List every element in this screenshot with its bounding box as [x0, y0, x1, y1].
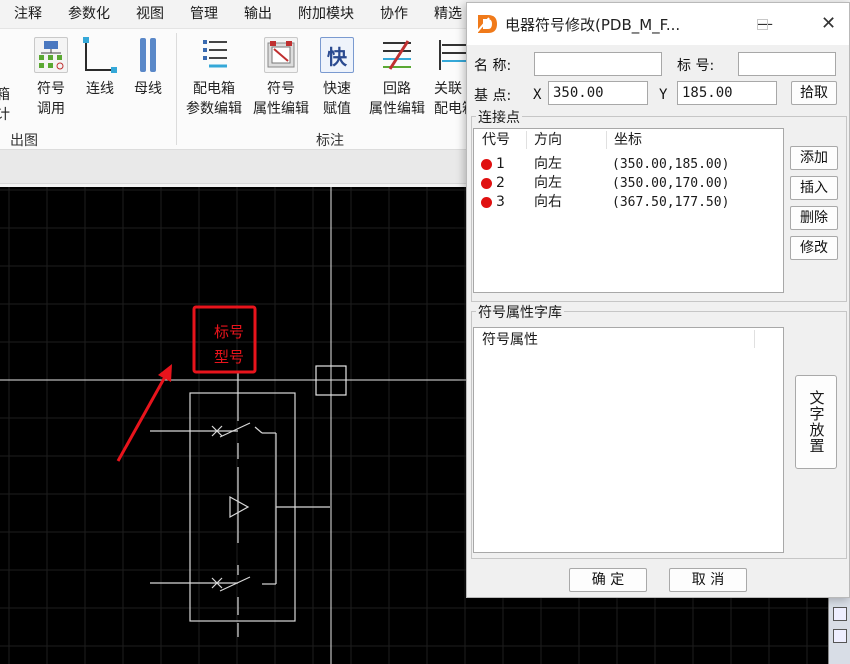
distribution-box-line1: 配电箱 [193, 81, 235, 97]
modify-button[interactable]: 修改 [790, 236, 838, 260]
row-coord: (350.00,170.00) [612, 176, 730, 191]
symbol-property-edit-label: 符号 属性编辑 [253, 79, 309, 119]
distribution-box-icon [197, 37, 231, 73]
symbol-tag-label: 标号 [214, 323, 244, 341]
pick-button[interactable]: 拾取 [791, 81, 837, 105]
side-panel-edge [828, 597, 850, 664]
ribbon-group-separator [176, 33, 177, 145]
symbol-call-button[interactable]: 符号 调用 [34, 37, 68, 119]
connection-point-dot-icon [481, 197, 492, 208]
ribbon-cut-label-2: 计 [0, 107, 10, 123]
column-separator [754, 330, 755, 348]
row-code: 1 [496, 156, 505, 172]
close-icon[interactable]: ✕ [821, 15, 836, 33]
symbol-call-icon [34, 37, 68, 73]
circuit-property-line2: 属性编辑 [369, 101, 425, 117]
connect-line-icon [83, 37, 117, 73]
symbol-model-label: 型号 [214, 348, 244, 366]
panel-icon[interactable] [833, 607, 847, 621]
connection-point-dot-icon [481, 159, 492, 170]
dialog-title: 电器符号修改(PDB_M_F... [505, 15, 681, 34]
quick-assign-button[interactable]: 快 快速 赋值 [320, 37, 354, 119]
connect-line-button[interactable]: 连线 [83, 37, 117, 99]
row-direction: 向左 [534, 156, 562, 172]
add-button[interactable]: 添加 [790, 146, 838, 170]
quick-assign-line1: 快速 [323, 81, 351, 97]
name-label: 名 称: [474, 58, 512, 74]
circuit-property-edit-button[interactable]: 回路 属性编辑 [366, 37, 428, 119]
row-coord: (350.00,185.00) [612, 157, 730, 172]
switch-symbol [150, 373, 330, 637]
busbar-button[interactable]: 母线 [131, 37, 165, 99]
quick-assign-label: 快速 赋值 [323, 79, 351, 119]
x-coordinate-input[interactable]: 350.00 [548, 81, 648, 105]
column-header-attribute[interactable]: 符号属性 [474, 329, 538, 351]
symbol-call-label: 符号 调用 [37, 79, 65, 119]
menu-parametric[interactable]: 参数化 [55, 0, 123, 28]
connection-points-title: 连接点 [476, 107, 522, 127]
connect-line-label: 连线 [86, 81, 114, 97]
distribution-box-edit-button[interactable]: 配电箱 参数编辑 [182, 37, 246, 119]
associate-box-icon [434, 37, 468, 73]
y-coordinate-input[interactable]: 185.00 [677, 81, 777, 105]
app-logo-icon [476, 15, 497, 33]
table-row[interactable]: 2 向左 (350.00,170.00) [474, 174, 783, 193]
symbol-property-edit-button[interactable]: 符号 属性编辑 [250, 37, 312, 119]
circuit-property-edit-label: 回路 属性编辑 [369, 79, 425, 119]
menu-collaborate[interactable]: 协作 [367, 0, 421, 28]
symbol-call-line2: 调用 [37, 101, 65, 117]
ribbon-group-annotate: 标注 [316, 133, 344, 149]
dialog-titlebar[interactable]: 电器符号修改(PDB_M_F... — □ ✕ [467, 3, 849, 45]
row-coord: (367.50,177.50) [612, 195, 730, 210]
symbol-call-line1: 符号 [37, 81, 65, 97]
circuit-property-icon [380, 37, 414, 73]
ribbon-group-output: 出图 [10, 133, 38, 149]
panel-icon[interactable] [833, 629, 847, 643]
cancel-button[interactable]: 取 消 [669, 568, 747, 592]
ribbon-cut-label-1: 箱 [0, 87, 10, 103]
name-input[interactable] [534, 52, 662, 76]
menu-addons[interactable]: 附加模块 [285, 0, 367, 28]
row-code: 2 [496, 175, 505, 191]
table-row[interactable]: 3 向右 (367.50,177.50) [474, 193, 783, 212]
quick-assign-icon: 快 [320, 37, 354, 73]
distribution-box-edit-label: 配电箱 参数编辑 [186, 79, 242, 119]
insert-button[interactable]: 插入 [790, 176, 838, 200]
symbol-modify-dialog: 电器符号修改(PDB_M_F... — □ ✕ 名 称: 标 号: 基 点: X… [466, 2, 850, 598]
row-code: 3 [496, 194, 505, 210]
quick-assign-glyph: 快 [327, 44, 347, 69]
base-point-label: 基 点: [474, 88, 512, 104]
column-header-direction[interactable]: 方向 [526, 129, 562, 151]
text-place-button[interactable]: 文字放置 [795, 375, 837, 469]
y-label: Y [659, 87, 668, 103]
menu-view[interactable]: 视图 [123, 0, 177, 28]
busbar-label: 母线 [134, 81, 162, 97]
row-direction: 向左 [534, 175, 562, 191]
quick-assign-line2: 赋值 [323, 101, 351, 117]
column-header-coord[interactable]: 坐标 [606, 129, 642, 151]
x-label: X [533, 87, 542, 103]
symbol-library-title: 符号属性字库 [476, 302, 564, 322]
table-row[interactable]: 1 向左 (350.00,185.00) [474, 155, 783, 174]
busbar-icon [131, 37, 165, 73]
distribution-box-line2: 参数编辑 [186, 101, 242, 117]
ok-button[interactable]: 确 定 [569, 568, 647, 592]
symbol-property-line2: 属性编辑 [253, 101, 309, 117]
column-header-code[interactable]: 代号 [474, 129, 510, 151]
circuit-property-line1: 回路 [383, 81, 411, 97]
symbol-property-icon [264, 37, 298, 73]
tag-input[interactable] [738, 52, 836, 76]
symbol-attribute-list[interactable]: 符号属性 [473, 327, 784, 553]
tag-label: 标 号: [677, 58, 715, 74]
menu-output[interactable]: 输出 [231, 0, 285, 28]
row-direction: 向右 [534, 194, 562, 210]
connection-point-dot-icon [481, 178, 492, 189]
menu-manage[interactable]: 管理 [177, 0, 231, 28]
text-place-label: 文字放置 [807, 390, 826, 454]
menu-annotate[interactable]: 注释 [0, 0, 55, 28]
delete-button[interactable]: 删除 [790, 206, 838, 230]
connection-points-list[interactable]: 代号 方向 坐标 1 向左 (350.00,185.00) 2 向左 (350.… [473, 128, 784, 293]
maximize-icon[interactable] [757, 19, 768, 30]
symbol-property-line1: 符号 [267, 81, 295, 97]
